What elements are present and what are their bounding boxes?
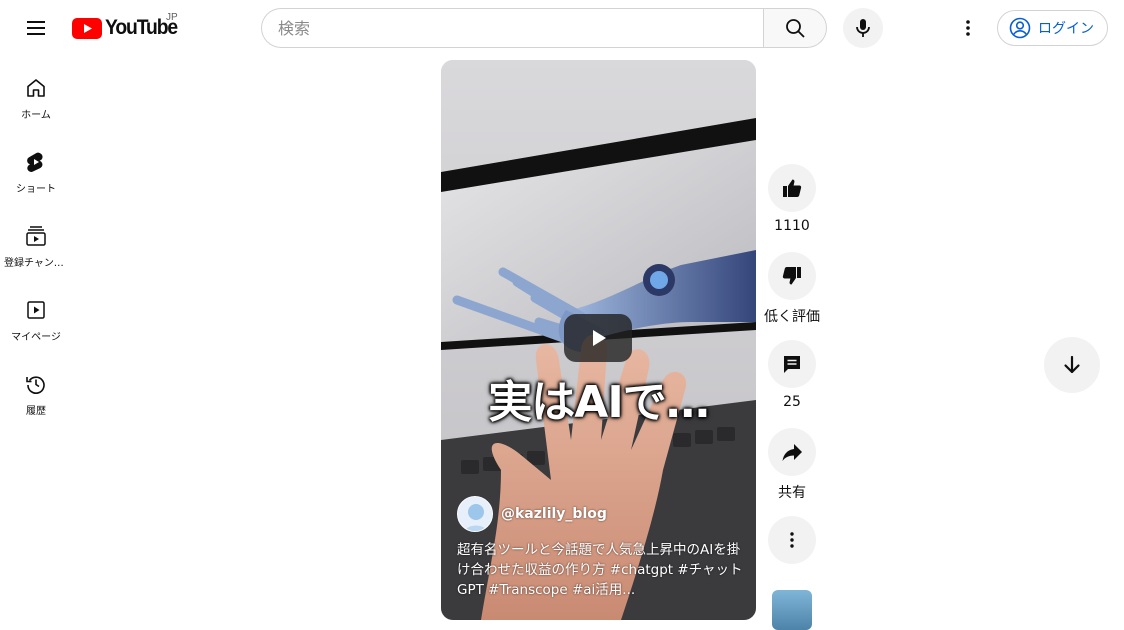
video-title[interactable]: 超有名ツールと今話題で人気急上昇中のAIを掛け合わせた収益の作り方 #chatg…: [457, 540, 747, 600]
share-button[interactable]: [768, 428, 816, 476]
guide-menu-button[interactable]: [16, 8, 56, 48]
dislike-action: 低く評価: [764, 252, 820, 340]
play-icon: [593, 330, 606, 346]
comments-button[interactable]: [768, 340, 816, 388]
library-icon: [27, 301, 45, 319]
comment-count: 25: [783, 394, 801, 410]
dislike-button[interactable]: [768, 252, 816, 300]
thumbs-up-icon: [783, 179, 802, 197]
sidebar-item-shorts[interactable]: ショート: [0, 130, 72, 204]
play-button[interactable]: [564, 314, 632, 362]
arrow-down-icon: [1064, 355, 1080, 374]
settings-more-button[interactable]: [948, 8, 988, 48]
hamburger-icon: [27, 21, 45, 35]
comments-action: 25: [767, 340, 817, 428]
sidebar-item-label: マイページ: [11, 332, 61, 343]
share-action: 共有: [767, 428, 817, 516]
like-count: 1110: [774, 218, 810, 234]
like-action: 1110: [767, 164, 817, 252]
account-circle-icon: [1009, 17, 1031, 39]
more-actions-button[interactable]: [768, 516, 816, 564]
microphone-icon: [856, 19, 870, 37]
voice-search-button[interactable]: [843, 8, 883, 48]
more-action: [767, 516, 817, 590]
sidebar-item-label: 登録チャンネル: [4, 258, 68, 269]
search-input[interactable]: [261, 8, 763, 48]
like-button[interactable]: [768, 164, 816, 212]
next-video-button[interactable]: [1044, 337, 1100, 393]
audio-thumbnail[interactable]: [772, 590, 812, 630]
sidebar-item-history[interactable]: 履歴: [0, 352, 72, 426]
sidebar-item-label: 履歴: [26, 406, 46, 417]
share-label: 共有: [778, 485, 806, 501]
home-icon: [27, 79, 45, 97]
thumbs-down-icon: [782, 267, 801, 285]
sidebar-item-subscriptions[interactable]: 登録チャンネル: [0, 204, 72, 278]
comment-icon: [784, 356, 800, 373]
mini-guide: ホーム ショート 登録チャンネル マイページ 履歴: [0, 56, 72, 426]
more-vert-icon: [966, 20, 970, 36]
search-box: [261, 8, 827, 48]
search-icon: [786, 19, 805, 38]
sidebar-item-library[interactable]: マイページ: [0, 278, 72, 352]
sidebar-item-home[interactable]: ホーム: [0, 56, 72, 130]
sidebar-item-label: ショート: [16, 184, 56, 195]
masthead: YouTube JP ログイン: [0, 0, 1124, 56]
channel-info: @kazlily_blog: [457, 496, 607, 532]
channel-handle[interactable]: @kazlily_blog: [501, 506, 607, 522]
short-actions: 1110 低く評価 25 共有: [764, 164, 820, 630]
youtube-play-logo-icon: [72, 17, 102, 39]
login-button[interactable]: ログイン: [997, 10, 1108, 46]
channel-avatar[interactable]: [457, 496, 493, 532]
dislike-label: 低く評価: [764, 309, 820, 325]
region-code: JP: [166, 12, 178, 23]
avatar-image: [458, 497, 492, 531]
login-label: ログイン: [1038, 21, 1094, 37]
subscriptions-icon: [26, 226, 46, 246]
video-overlay-caption: 実はAIで…: [488, 377, 709, 428]
share-icon: [782, 444, 802, 461]
search-button[interactable]: [763, 8, 827, 48]
more-vert-icon: [790, 532, 794, 548]
history-icon: [26, 376, 45, 394]
shorts-icon: [27, 152, 43, 172]
sidebar-item-label: ホーム: [21, 110, 51, 121]
shorts-player[interactable]: 実はAIで… @kazlily_blog 超有名ツールと今話題で人気急上昇中のA…: [441, 60, 756, 620]
